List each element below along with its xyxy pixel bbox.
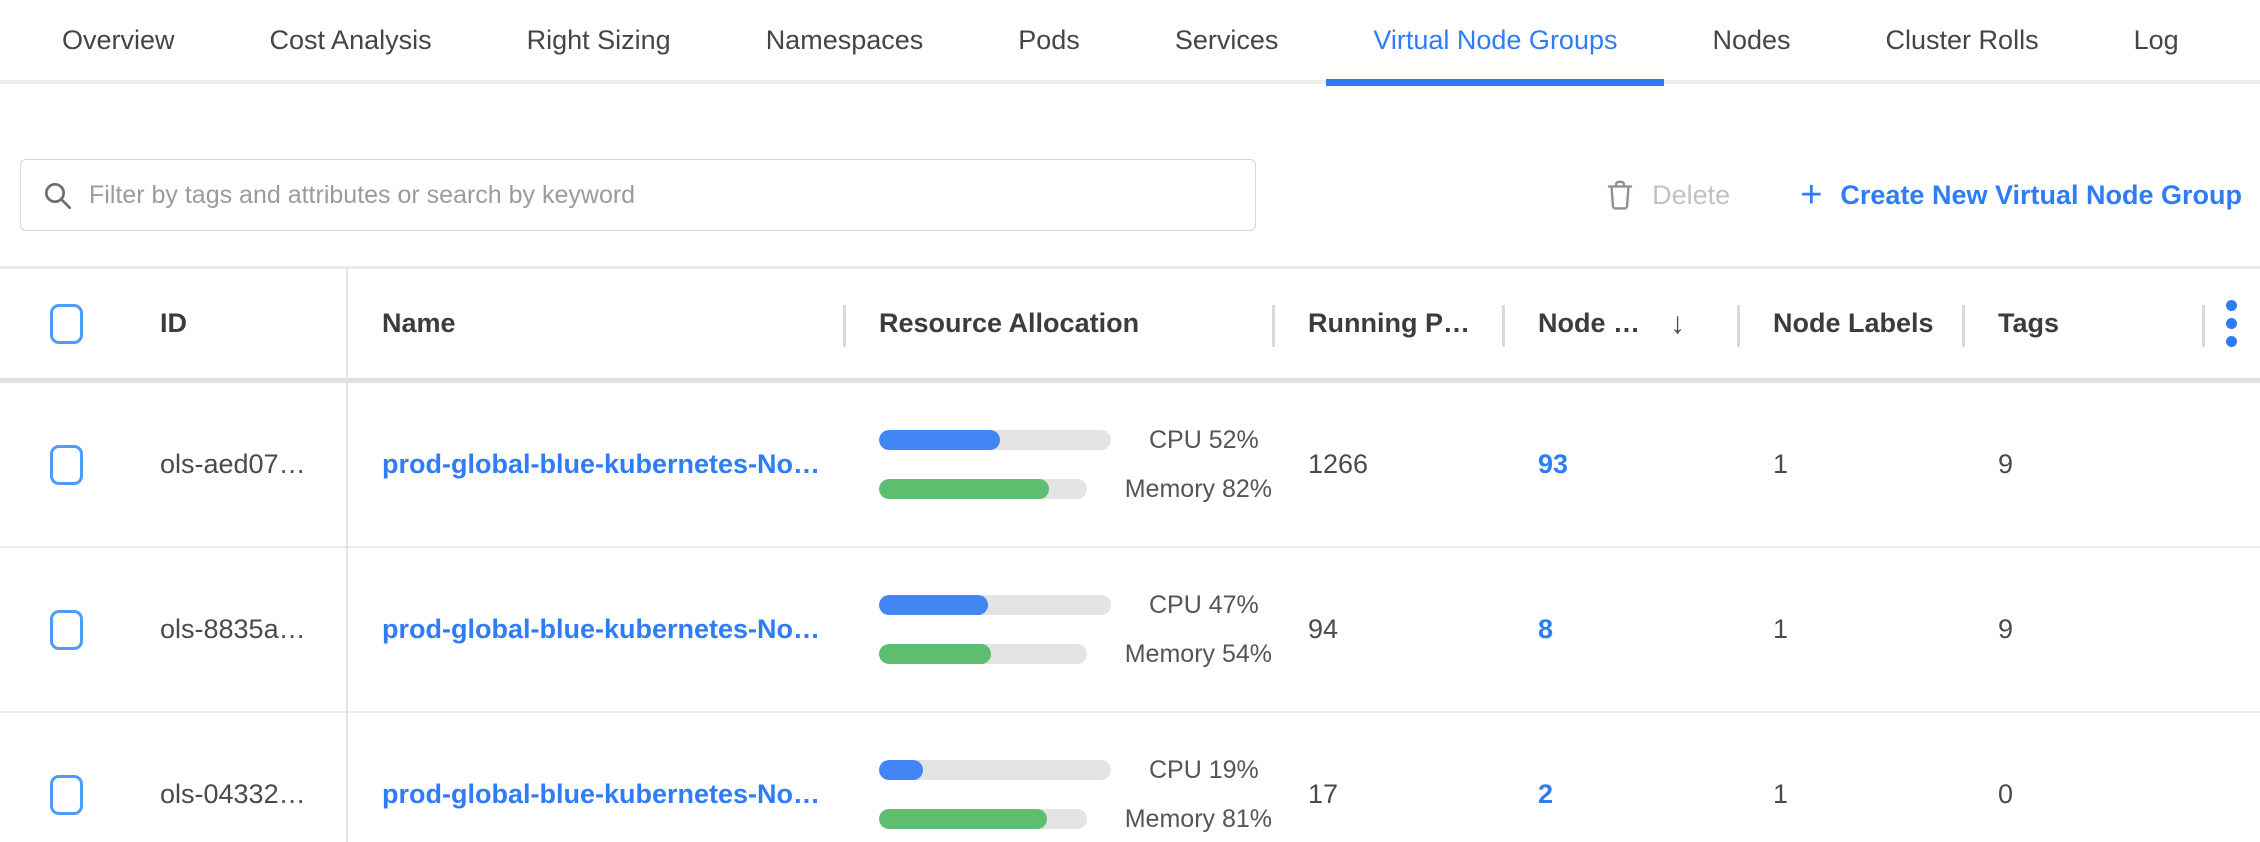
resource-allocation-cell: CPU 47% Memory 54% xyxy=(843,591,1272,669)
sort-desc-icon[interactable]: ↓ xyxy=(1670,307,1685,341)
tab-overview[interactable]: Overview xyxy=(38,0,199,82)
running-pods-value: 1266 xyxy=(1272,449,1502,480)
row-id: ols-04332… xyxy=(120,779,346,810)
toolbar: Delete + Create New Virtual Node Group xyxy=(0,159,2260,231)
cpu-label: CPU 19% xyxy=(1149,756,1259,785)
cpu-bar xyxy=(879,760,1111,780)
memory-bar xyxy=(879,479,1087,499)
delete-button[interactable]: Delete xyxy=(1604,178,1730,212)
nodes-count-link[interactable]: 93 xyxy=(1538,449,1568,479)
table-row: ols-04332… prod-global-blue-kubernetes-N… xyxy=(0,713,2260,842)
memory-label: Memory 82% xyxy=(1125,475,1272,504)
filter-search-box[interactable] xyxy=(20,159,1256,231)
row-checkbox[interactable] xyxy=(50,610,83,650)
tags-value: 0 xyxy=(1962,779,2202,810)
vng-table: ID Name Resource Allocation Running P… N… xyxy=(0,266,2260,842)
select-all-checkbox[interactable] xyxy=(50,304,83,344)
column-menu-cell xyxy=(2202,269,2260,378)
trash-icon xyxy=(1604,178,1636,212)
create-vng-button[interactable]: + Create New Virtual Node Group xyxy=(1800,176,2242,214)
column-header-running-pods[interactable]: Running P… xyxy=(1272,269,1502,378)
search-input[interactable] xyxy=(89,181,1235,210)
tab-virtual-node-groups[interactable]: Virtual Node Groups xyxy=(1349,0,1641,82)
tab-right-sizing[interactable]: Right Sizing xyxy=(503,0,695,82)
tags-value: 9 xyxy=(1962,614,2202,645)
row-checkbox[interactable] xyxy=(50,775,83,815)
plus-icon: + xyxy=(1800,176,1822,214)
memory-bar xyxy=(879,644,1087,664)
node-labels-value: 1 xyxy=(1737,449,1962,480)
column-header-name[interactable]: Name xyxy=(346,269,843,378)
tab-nodes[interactable]: Nodes xyxy=(1688,0,1814,82)
row-name-link[interactable]: prod-global-blue-kubernetes-No… xyxy=(382,779,820,809)
column-menu-icon[interactable] xyxy=(2226,300,2237,347)
tab-cost-analysis[interactable]: Cost Analysis xyxy=(246,0,456,82)
tags-value: 9 xyxy=(1962,449,2202,480)
table-row: ols-8835a… prod-global-blue-kubernetes-N… xyxy=(0,548,2260,713)
select-all-cell xyxy=(0,269,120,378)
row-id: ols-aed07… xyxy=(120,449,346,480)
tab-namespaces[interactable]: Namespaces xyxy=(742,0,948,82)
table-header-row: ID Name Resource Allocation Running P… N… xyxy=(0,269,2260,383)
row-id: ols-8835a… xyxy=(120,614,346,645)
cpu-bar xyxy=(879,595,1111,615)
cpu-label: CPU 47% xyxy=(1149,591,1259,620)
column-header-nodes[interactable]: Node … ↓ xyxy=(1502,269,1737,378)
running-pods-value: 94 xyxy=(1272,614,1502,645)
memory-bar xyxy=(879,809,1087,829)
column-header-node-labels[interactable]: Node Labels xyxy=(1737,269,1962,378)
cpu-bar xyxy=(879,430,1111,450)
cpu-label: CPU 52% xyxy=(1149,426,1259,455)
column-header-tags[interactable]: Tags xyxy=(1962,269,2202,378)
resource-allocation-cell: CPU 19% Memory 81% xyxy=(843,756,1272,834)
nodes-count-link[interactable]: 2 xyxy=(1538,779,1553,809)
tab-bar: Overview Cost Analysis Right Sizing Name… xyxy=(0,0,2260,84)
node-labels-value: 1 xyxy=(1737,779,1962,810)
row-checkbox[interactable] xyxy=(50,445,83,485)
memory-label: Memory 54% xyxy=(1125,640,1272,669)
column-header-nodes-label: Node … xyxy=(1538,308,1640,339)
node-labels-value: 1 xyxy=(1737,614,1962,645)
tab-services[interactable]: Services xyxy=(1151,0,1303,82)
tab-cluster-rolls[interactable]: Cluster Rolls xyxy=(1862,0,2063,82)
row-name-link[interactable]: prod-global-blue-kubernetes-No… xyxy=(382,614,820,644)
table-row: ols-aed07… prod-global-blue-kubernetes-N… xyxy=(0,383,2260,548)
resource-allocation-cell: CPU 52% Memory 82% xyxy=(843,426,1272,504)
delete-button-label: Delete xyxy=(1652,180,1730,211)
row-name-link[interactable]: prod-global-blue-kubernetes-No… xyxy=(382,449,820,479)
running-pods-value: 17 xyxy=(1272,779,1502,810)
create-vng-button-label: Create New Virtual Node Group xyxy=(1840,180,2242,211)
tab-pods[interactable]: Pods xyxy=(994,0,1104,82)
column-header-resource-allocation[interactable]: Resource Allocation xyxy=(843,269,1272,378)
memory-label: Memory 81% xyxy=(1125,805,1272,834)
toolbar-actions: Delete + Create New Virtual Node Group xyxy=(1604,176,2250,214)
nodes-count-link[interactable]: 8 xyxy=(1538,614,1553,644)
search-icon xyxy=(41,179,73,211)
column-header-id[interactable]: ID xyxy=(120,269,346,378)
tab-log[interactable]: Log xyxy=(2110,0,2203,82)
